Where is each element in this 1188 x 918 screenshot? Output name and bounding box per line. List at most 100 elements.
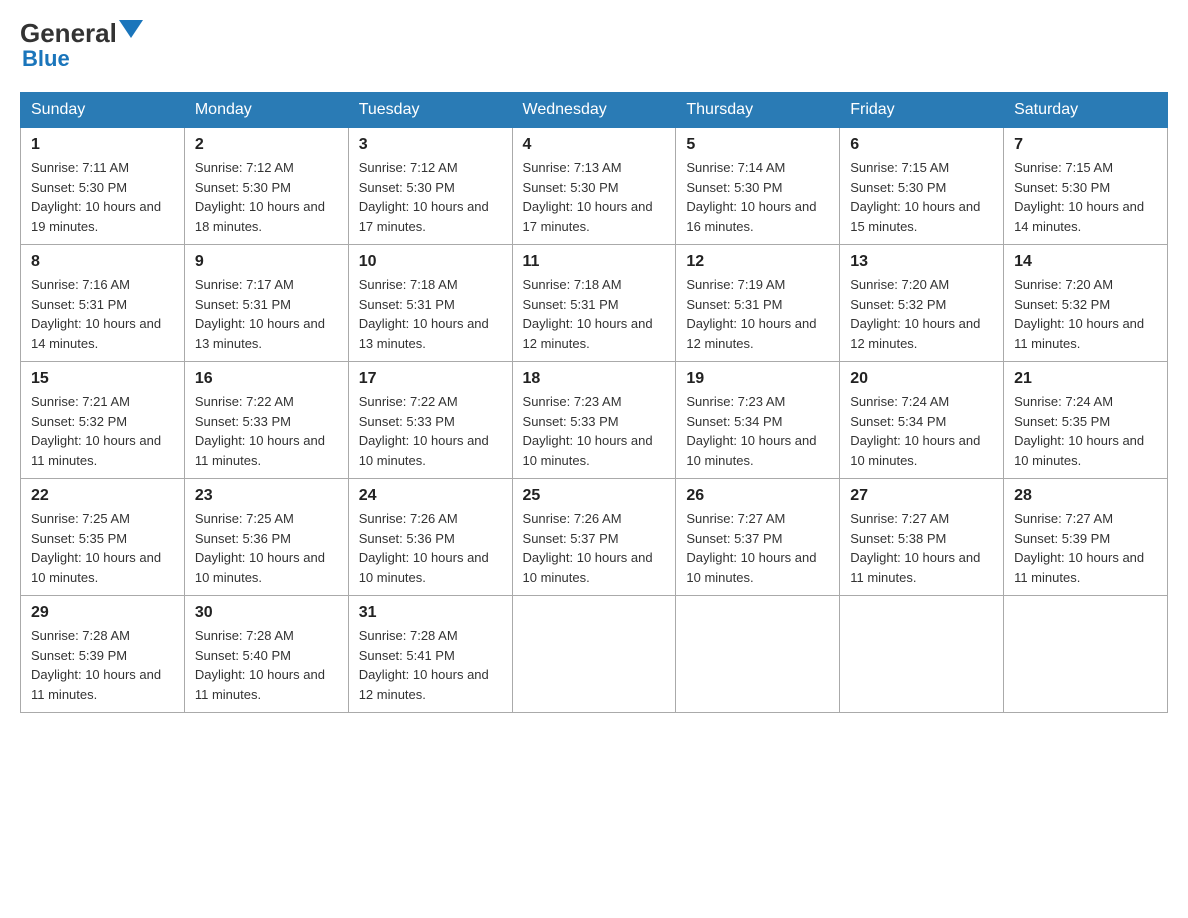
day-number: 6 bbox=[850, 136, 993, 154]
day-info: Sunrise: 7:15 AMSunset: 5:30 PMDaylight:… bbox=[850, 158, 993, 236]
calendar-cell: 28 Sunrise: 7:27 AMSunset: 5:39 PMDayligh… bbox=[1004, 479, 1168, 596]
day-number: 21 bbox=[1014, 370, 1157, 388]
day-info: Sunrise: 7:28 AMSunset: 5:40 PMDaylight:… bbox=[195, 626, 338, 704]
day-info: Sunrise: 7:13 AMSunset: 5:30 PMDaylight:… bbox=[523, 158, 666, 236]
calendar-cell: 14 Sunrise: 7:20 AMSunset: 5:32 PMDayligh… bbox=[1004, 245, 1168, 362]
day-info: Sunrise: 7:18 AMSunset: 5:31 PMDaylight:… bbox=[359, 275, 502, 353]
day-info: Sunrise: 7:27 AMSunset: 5:37 PMDaylight:… bbox=[686, 509, 829, 587]
logo-triangle-icon bbox=[119, 20, 143, 38]
day-info: Sunrise: 7:26 AMSunset: 5:36 PMDaylight:… bbox=[359, 509, 502, 587]
column-header-tuesday: Tuesday bbox=[348, 93, 512, 128]
calendar-cell: 26 Sunrise: 7:27 AMSunset: 5:37 PMDayligh… bbox=[676, 479, 840, 596]
calendar-cell: 4 Sunrise: 7:13 AMSunset: 5:30 PMDaylight… bbox=[512, 128, 676, 245]
column-header-thursday: Thursday bbox=[676, 93, 840, 128]
page-header: General Blue bbox=[20, 20, 1168, 72]
calendar-cell bbox=[1004, 596, 1168, 713]
day-info: Sunrise: 7:28 AMSunset: 5:41 PMDaylight:… bbox=[359, 626, 502, 704]
day-number: 25 bbox=[523, 487, 666, 505]
day-number: 14 bbox=[1014, 253, 1157, 271]
calendar-cell: 17Sunrise: 7:22 AMSunset: 5:33 PMDayligh… bbox=[348, 362, 512, 479]
day-number: 26 bbox=[686, 487, 829, 505]
calendar-cell: 23Sunrise: 7:25 AMSunset: 5:36 PMDayligh… bbox=[184, 479, 348, 596]
calendar-cell: 13 Sunrise: 7:20 AMSunset: 5:32 PMDayligh… bbox=[840, 245, 1004, 362]
day-info: Sunrise: 7:26 AMSunset: 5:37 PMDaylight:… bbox=[523, 509, 666, 587]
calendar-week-row: 1 Sunrise: 7:11 AMSunset: 5:30 PMDaylight… bbox=[21, 128, 1168, 245]
day-info: Sunrise: 7:19 AMSunset: 5:31 PMDaylight:… bbox=[686, 275, 829, 353]
day-info: Sunrise: 7:15 AMSunset: 5:30 PMDaylight:… bbox=[1014, 158, 1157, 236]
day-number: 24 bbox=[359, 487, 502, 505]
calendar-cell: 6 Sunrise: 7:15 AMSunset: 5:30 PMDaylight… bbox=[840, 128, 1004, 245]
day-info: Sunrise: 7:27 AMSunset: 5:38 PMDaylight:… bbox=[850, 509, 993, 587]
day-number: 22 bbox=[31, 487, 174, 505]
column-header-saturday: Saturday bbox=[1004, 93, 1168, 128]
calendar-cell: 3Sunrise: 7:12 AMSunset: 5:30 PMDaylight… bbox=[348, 128, 512, 245]
column-header-sunday: Sunday bbox=[21, 93, 185, 128]
day-number: 2 bbox=[195, 136, 338, 154]
calendar-cell: 20 Sunrise: 7:24 AMSunset: 5:34 PMDayligh… bbox=[840, 362, 1004, 479]
day-number: 29 bbox=[31, 604, 174, 622]
calendar-cell: 19 Sunrise: 7:23 AMSunset: 5:34 PMDayligh… bbox=[676, 362, 840, 479]
calendar-cell: 18 Sunrise: 7:23 AMSunset: 5:33 PMDayligh… bbox=[512, 362, 676, 479]
day-info: Sunrise: 7:11 AMSunset: 5:30 PMDaylight:… bbox=[31, 158, 174, 236]
calendar-cell bbox=[840, 596, 1004, 713]
calendar-cell: 12Sunrise: 7:19 AMSunset: 5:31 PMDayligh… bbox=[676, 245, 840, 362]
day-info: Sunrise: 7:16 AMSunset: 5:31 PMDaylight:… bbox=[31, 275, 174, 353]
calendar-cell: 27Sunrise: 7:27 AMSunset: 5:38 PMDayligh… bbox=[840, 479, 1004, 596]
calendar-cell: 22Sunrise: 7:25 AMSunset: 5:35 PMDayligh… bbox=[21, 479, 185, 596]
day-info: Sunrise: 7:23 AMSunset: 5:33 PMDaylight:… bbox=[523, 392, 666, 470]
logo-blue: Blue bbox=[22, 46, 70, 72]
column-header-friday: Friday bbox=[840, 93, 1004, 128]
day-info: Sunrise: 7:20 AMSunset: 5:32 PMDaylight:… bbox=[850, 275, 993, 353]
day-number: 13 bbox=[850, 253, 993, 271]
calendar-cell: 1 Sunrise: 7:11 AMSunset: 5:30 PMDaylight… bbox=[21, 128, 185, 245]
calendar-cell: 21 Sunrise: 7:24 AMSunset: 5:35 PMDayligh… bbox=[1004, 362, 1168, 479]
calendar-cell: 24 Sunrise: 7:26 AMSunset: 5:36 PMDayligh… bbox=[348, 479, 512, 596]
day-number: 8 bbox=[31, 253, 174, 271]
calendar-header-row: SundayMondayTuesdayWednesdayThursdayFrid… bbox=[21, 93, 1168, 128]
day-number: 20 bbox=[850, 370, 993, 388]
day-info: Sunrise: 7:23 AMSunset: 5:34 PMDaylight:… bbox=[686, 392, 829, 470]
day-info: Sunrise: 7:28 AMSunset: 5:39 PMDaylight:… bbox=[31, 626, 174, 704]
column-header-monday: Monday bbox=[184, 93, 348, 128]
day-info: Sunrise: 7:24 AMSunset: 5:34 PMDaylight:… bbox=[850, 392, 993, 470]
day-info: Sunrise: 7:14 AMSunset: 5:30 PMDaylight:… bbox=[686, 158, 829, 236]
calendar-cell: 10 Sunrise: 7:18 AMSunset: 5:31 PMDayligh… bbox=[348, 245, 512, 362]
calendar-cell: 7Sunrise: 7:15 AMSunset: 5:30 PMDaylight… bbox=[1004, 128, 1168, 245]
calendar-cell: 25 Sunrise: 7:26 AMSunset: 5:37 PMDayligh… bbox=[512, 479, 676, 596]
calendar-cell: 31Sunrise: 7:28 AMSunset: 5:41 PMDayligh… bbox=[348, 596, 512, 713]
day-number: 5 bbox=[686, 136, 829, 154]
calendar-cell: 2 Sunrise: 7:12 AMSunset: 5:30 PMDaylight… bbox=[184, 128, 348, 245]
day-number: 10 bbox=[359, 253, 502, 271]
day-info: Sunrise: 7:24 AMSunset: 5:35 PMDaylight:… bbox=[1014, 392, 1157, 470]
day-number: 11 bbox=[523, 253, 666, 271]
calendar-cell: 16 Sunrise: 7:22 AMSunset: 5:33 PMDayligh… bbox=[184, 362, 348, 479]
day-number: 19 bbox=[686, 370, 829, 388]
day-info: Sunrise: 7:21 AMSunset: 5:32 PMDaylight:… bbox=[31, 392, 174, 470]
day-number: 30 bbox=[195, 604, 338, 622]
calendar-cell: 5 Sunrise: 7:14 AMSunset: 5:30 PMDaylight… bbox=[676, 128, 840, 245]
calendar-week-row: 15 Sunrise: 7:21 AMSunset: 5:32 PMDayligh… bbox=[21, 362, 1168, 479]
calendar-cell bbox=[512, 596, 676, 713]
day-info: Sunrise: 7:20 AMSunset: 5:32 PMDaylight:… bbox=[1014, 275, 1157, 353]
day-info: Sunrise: 7:12 AMSunset: 5:30 PMDaylight:… bbox=[195, 158, 338, 236]
day-number: 1 bbox=[31, 136, 174, 154]
day-info: Sunrise: 7:12 AMSunset: 5:30 PMDaylight:… bbox=[359, 158, 502, 236]
calendar-cell: 9 Sunrise: 7:17 AMSunset: 5:31 PMDaylight… bbox=[184, 245, 348, 362]
column-header-wednesday: Wednesday bbox=[512, 93, 676, 128]
calendar-cell: 30 Sunrise: 7:28 AMSunset: 5:40 PMDayligh… bbox=[184, 596, 348, 713]
day-number: 18 bbox=[523, 370, 666, 388]
day-info: Sunrise: 7:27 AMSunset: 5:39 PMDaylight:… bbox=[1014, 509, 1157, 587]
day-number: 15 bbox=[31, 370, 174, 388]
day-info: Sunrise: 7:17 AMSunset: 5:31 PMDaylight:… bbox=[195, 275, 338, 353]
calendar-cell: 15 Sunrise: 7:21 AMSunset: 5:32 PMDayligh… bbox=[21, 362, 185, 479]
day-info: Sunrise: 7:22 AMSunset: 5:33 PMDaylight:… bbox=[195, 392, 338, 470]
day-number: 23 bbox=[195, 487, 338, 505]
day-number: 9 bbox=[195, 253, 338, 271]
day-number: 4 bbox=[523, 136, 666, 154]
calendar-cell: 8 Sunrise: 7:16 AMSunset: 5:31 PMDaylight… bbox=[21, 245, 185, 362]
calendar-table: SundayMondayTuesdayWednesdayThursdayFrid… bbox=[20, 92, 1168, 713]
day-number: 16 bbox=[195, 370, 338, 388]
calendar-cell bbox=[676, 596, 840, 713]
day-number: 28 bbox=[1014, 487, 1157, 505]
day-info: Sunrise: 7:22 AMSunset: 5:33 PMDaylight:… bbox=[359, 392, 502, 470]
